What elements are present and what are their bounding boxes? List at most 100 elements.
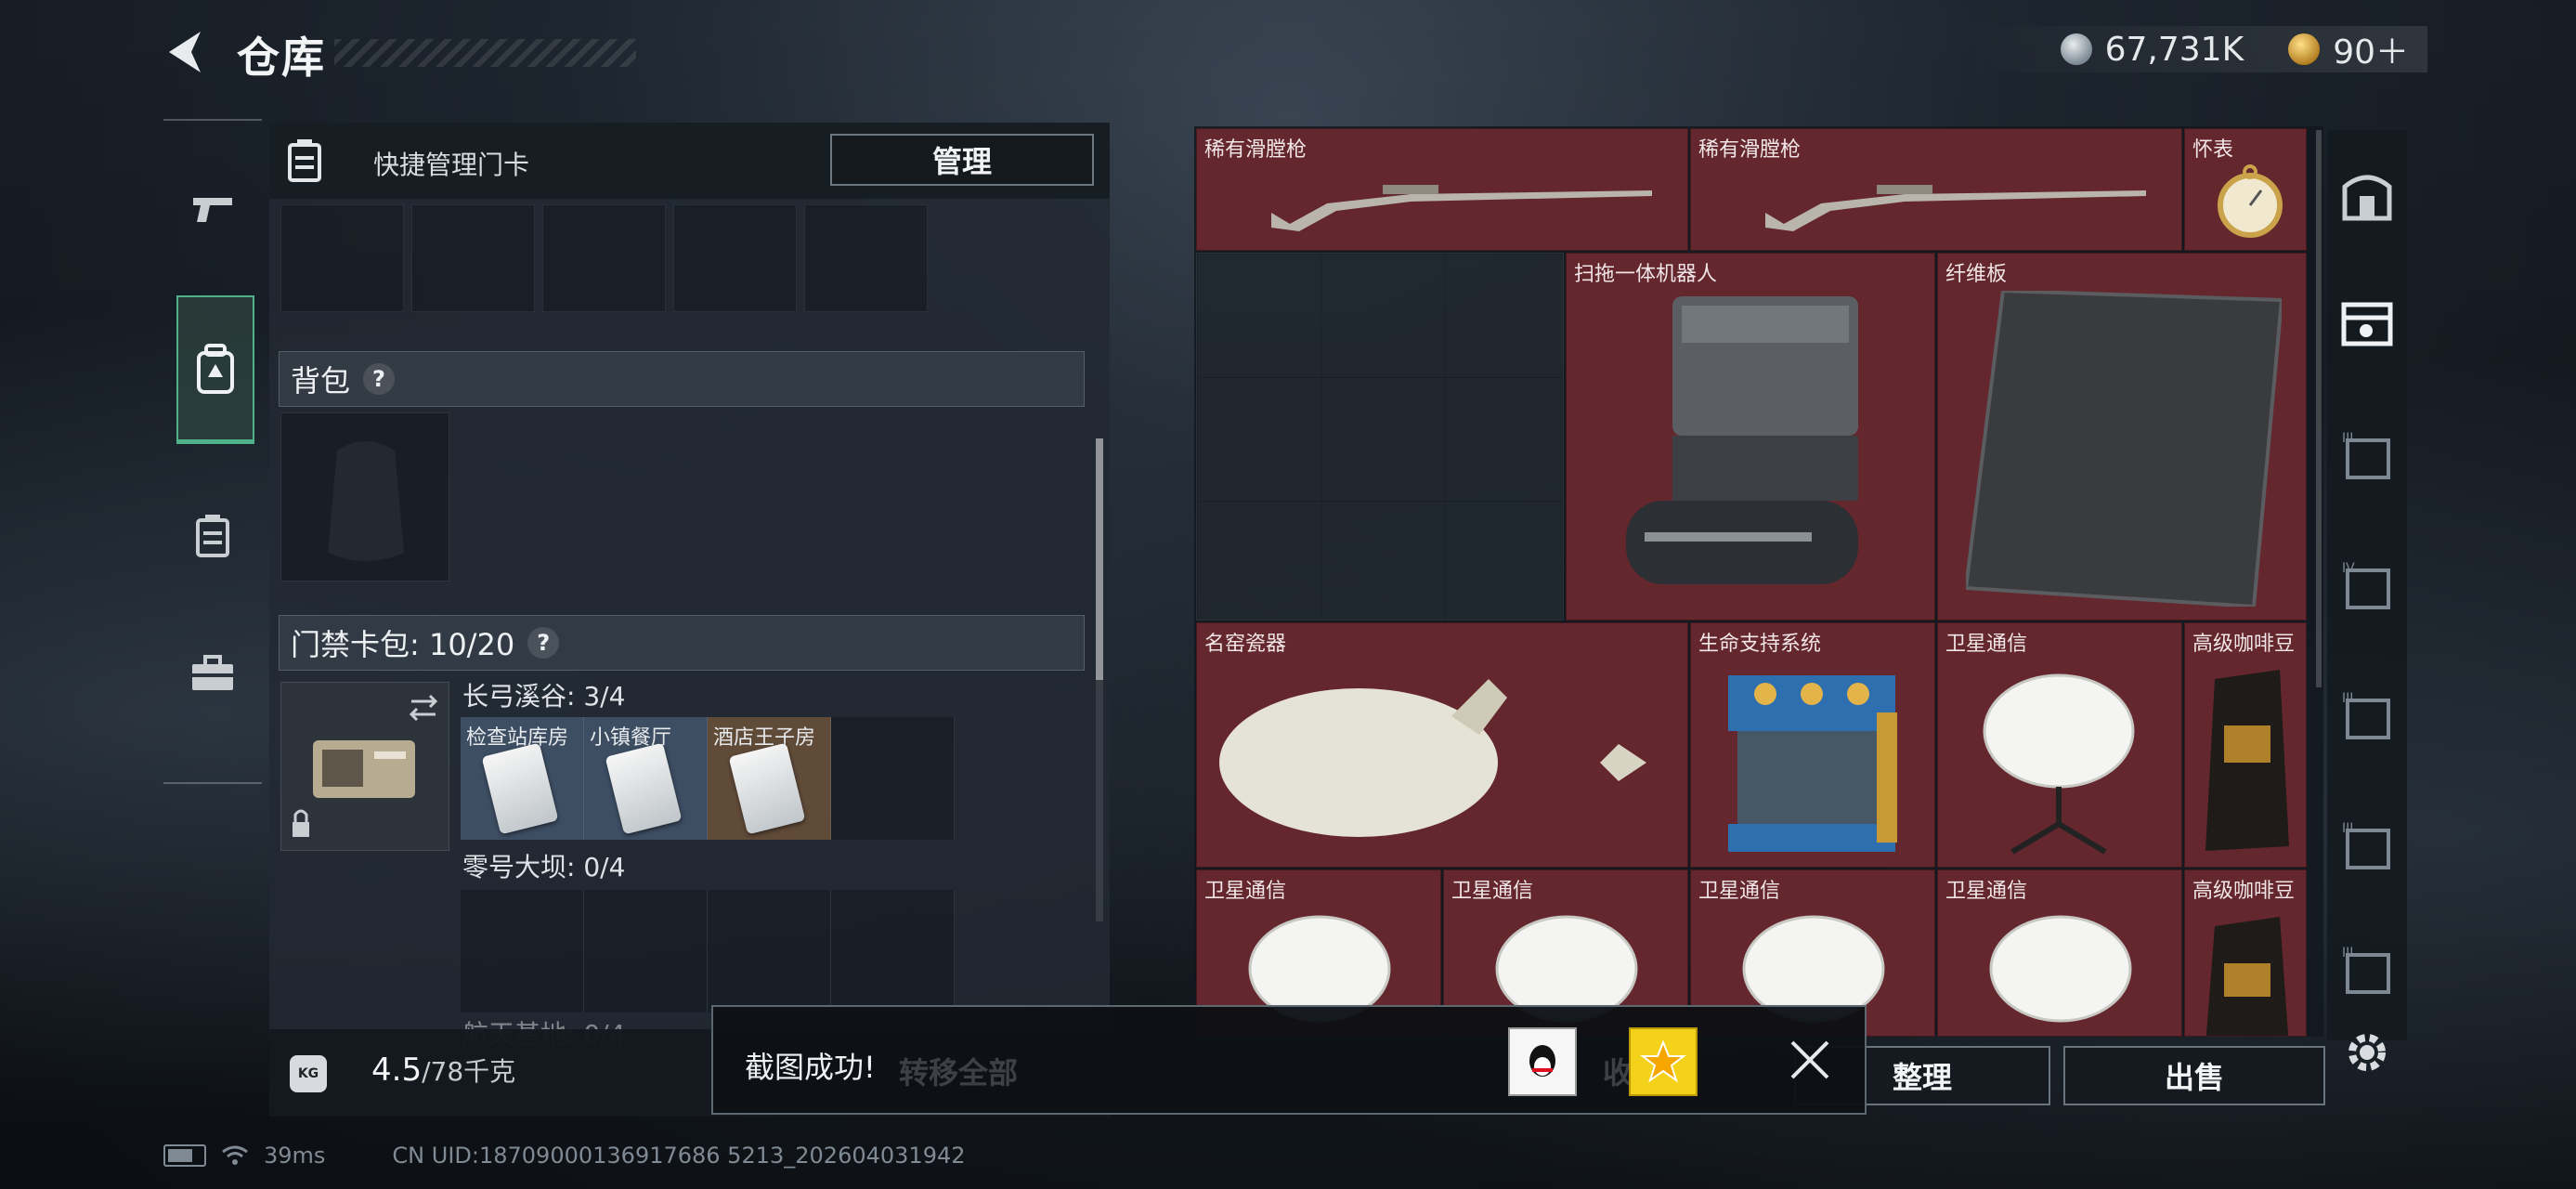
stash-item[interactable]: 高级咖啡豆	[2184, 622, 2307, 868]
stash-filter-icon	[2341, 302, 2393, 346]
tab-container-3b[interactable]: III	[2335, 684, 2400, 749]
item-name: 怀表	[2192, 138, 2234, 162]
stash-item[interactable]: 卫星通信	[1937, 869, 2182, 1037]
screenshot-toast: 截图成功! 转移全部 收藏	[711, 1005, 1867, 1115]
gold-coin-icon	[2288, 33, 2321, 65]
tab-container-3c[interactable]: III	[2335, 814, 2400, 879]
silver-amount: 67,731K	[2104, 30, 2244, 69]
stash-item[interactable]: 生命支持系统	[1690, 622, 1935, 868]
keycard-pack-slot[interactable]	[280, 682, 449, 851]
stash-tab-rail: III IV III III III	[2327, 130, 2407, 1040]
quick-keycard-label: 快捷管理门卡	[373, 150, 530, 180]
grid-lines	[1197, 254, 1563, 620]
item-name: 卫星通信	[1945, 633, 2028, 656]
weight-readout: 4.5/78千克	[371, 1052, 515, 1089]
backpack-slot[interactable]	[280, 412, 449, 581]
stash-item[interactable]: 卫星通信	[1937, 622, 2182, 868]
keycard-slot[interactable]: 检查站库房	[461, 717, 584, 840]
stash-item[interactable]: 扫拖一体机器人	[1566, 253, 1935, 621]
tab-stash-main[interactable]	[2335, 163, 2400, 229]
svg-text:III: III	[2342, 821, 2353, 836]
quick-key-slots	[280, 204, 928, 312]
vault-icon	[2342, 175, 2392, 221]
silver-coin-icon	[2060, 33, 2092, 65]
stash-item[interactable]: 怀表	[2184, 128, 2307, 251]
help-icon[interactable]: ?	[363, 363, 396, 395]
item-name: 高级咖啡豆	[2192, 633, 2296, 656]
coffee-bag-icon	[2205, 917, 2289, 1036]
page-title: 仓库	[237, 33, 326, 83]
empty-grid-area[interactable]	[1196, 253, 1564, 621]
key-slot[interactable]	[542, 204, 666, 312]
close-icon[interactable]	[1785, 1035, 1835, 1085]
region-label: 零号大坝: 0/4	[462, 852, 626, 882]
key-slot[interactable]	[280, 204, 404, 312]
stash-grid: 稀有滑膛枪 稀有滑膛枪 怀表 扫拖一体机器人 纤维板 名窑瓷器 生命支持系统 卫…	[1194, 126, 2323, 1037]
stash-scrollbar[interactable]	[2316, 130, 2322, 687]
rail-item-weapons[interactable]	[163, 139, 262, 279]
category-rail	[163, 119, 262, 784]
keycard-slot-empty[interactable]	[461, 890, 584, 1013]
keycard-slot-empty[interactable]	[831, 890, 955, 1013]
tab-filter-all[interactable]	[2335, 292, 2400, 357]
keycard-label: 检查站库房	[466, 726, 569, 750]
key-slot[interactable]	[673, 204, 797, 312]
item-name: 卫星通信	[1945, 880, 2028, 903]
life-support-system-icon	[1728, 675, 1897, 852]
keycard-slot-empty[interactable]	[584, 890, 708, 1013]
item-name: 稀有滑膛枪	[1204, 138, 1308, 162]
keycard-slot[interactable]: 小镇餐厅	[584, 717, 708, 840]
stash-item[interactable]: 高级咖啡豆	[2184, 869, 2307, 1037]
tab-container-4[interactable]: IV	[2335, 554, 2400, 619]
stash-item[interactable]: 纤维板	[1937, 253, 2307, 621]
svg-text:III: III	[2342, 431, 2353, 446]
wifi-icon	[222, 1145, 248, 1165]
toast-message: 截图成功!	[745, 1050, 876, 1085]
share-qq-button[interactable]	[1508, 1027, 1577, 1096]
stash-item[interactable]: 名窑瓷器	[1196, 622, 1688, 868]
keycard-label: 酒店王子房	[713, 726, 816, 750]
help-icon[interactable]: ?	[527, 627, 560, 659]
ping-readout: 39ms	[264, 1143, 326, 1169]
manage-button[interactable]: 管理	[830, 134, 1094, 186]
keycard-slot[interactable]: 酒店王子房	[708, 717, 831, 840]
keycard-icon	[481, 742, 559, 835]
settings-gear-icon[interactable]	[2342, 1027, 2392, 1078]
keycard-slot-empty[interactable]	[708, 890, 831, 1013]
stash-item[interactable]: 稀有滑膛枪	[1196, 128, 1688, 251]
case-icon	[196, 515, 229, 557]
stash-item[interactable]: 稀有滑膛枪	[1690, 128, 2182, 251]
header: 仓库 67,731K 90＋	[0, 0, 2576, 111]
key-slot[interactable]	[804, 204, 928, 312]
sell-button[interactable]: 出售	[2063, 1046, 2325, 1105]
tab-container-3[interactable]: III	[2335, 424, 2400, 489]
keycard-pack-label: 门禁卡包: 10/20	[291, 627, 515, 662]
region-card-row	[461, 890, 955, 1013]
tab-container-3d[interactable]: III	[2335, 938, 2400, 1003]
weight-max: /78千克	[422, 1056, 516, 1087]
rail-item-gear[interactable]	[176, 295, 254, 444]
container-tier4-icon: IV	[2342, 561, 2390, 609]
transfer-all-button[interactable]: 转移全部	[899, 1050, 1018, 1092]
porcelain-vase-icon	[1219, 679, 1646, 837]
musket-icon	[1271, 185, 1652, 231]
title-decoration	[334, 39, 636, 67]
rail-item-toolbox[interactable]	[163, 604, 262, 743]
key-slot[interactable]	[411, 204, 535, 312]
pocket-watch-icon	[2218, 164, 2283, 238]
container-tier3-icon: III	[2342, 691, 2390, 739]
item-name: 卫星通信	[1698, 880, 1781, 903]
satellite-dish-icon	[1989, 915, 2132, 1023]
currency-bar: 67,731K 90＋	[1963, 26, 2427, 72]
item-name: 稀有滑膛枪	[1698, 138, 1802, 162]
musket-icon	[1765, 185, 2146, 231]
rail-item-cases[interactable]	[163, 466, 262, 606]
item-name: 生命支持系统	[1698, 633, 1822, 656]
svg-text:III: III	[2342, 691, 2353, 706]
qq-penguin-icon	[1529, 1045, 1555, 1077]
back-arrow-icon[interactable]	[160, 26, 212, 78]
left-scrollbar-thumb[interactable]	[1096, 438, 1103, 680]
keycard-slot-empty[interactable]	[831, 717, 955, 840]
gold-amount[interactable]: 90＋	[2333, 25, 2409, 73]
share-qzone-button[interactable]	[1629, 1027, 1698, 1096]
